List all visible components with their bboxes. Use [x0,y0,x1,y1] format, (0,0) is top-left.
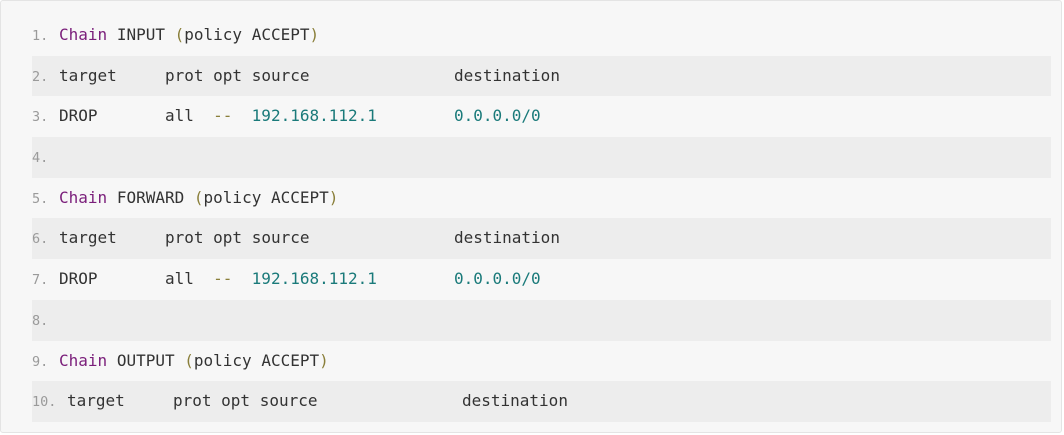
rule-target: DROP [59,269,98,289]
column-target: target [67,391,125,411]
line-number: 9. [32,353,49,370]
open-paren: ( [184,350,194,370]
chain-name: FORWARD [116,187,185,207]
column-opt: opt [213,65,243,85]
code-line: 9. Chain OUTPUT (policy ACCEPT) [32,341,1051,382]
column-opt: opt [221,391,251,411]
rule-destination: 0.0.0.0/0 [453,269,541,289]
close-paren: ) [309,25,320,44]
close-paren: ) [328,187,339,207]
open-paren: ( [174,25,185,44]
column-source: source [251,65,310,85]
close-paren: ) [319,350,329,370]
chain-policy: policy ACCEPT [193,350,320,370]
code-line: 8. [32,299,1051,341]
code-lines: 1. Chain INPUT (policy ACCEPT) 2. target p… [32,15,1051,422]
column-destination: destination [461,391,568,411]
rule-source: 192.168.112.1 [251,269,377,289]
line-number: 4. [32,150,49,167]
rule-prot: all [164,106,194,126]
line-number: 1. [32,28,49,44]
column-prot: prot [172,391,212,411]
chain-keyword: Chain [59,25,108,44]
code-line: 3. DROP all -- 192.168.112.1 0.0.0.0/0 [32,96,1051,137]
line-number: 6. [32,231,49,248]
code-line: 5. Chain FORWARD (policy ACCEPT) [32,178,1051,219]
column-source: source [251,228,310,248]
line-number: 5. [32,190,49,207]
rule-opt: -- [213,269,233,289]
code-line: 2. target prot opt source destination [32,55,1051,97]
line-number: 2. [32,68,49,85]
line-number: 3. [32,109,49,126]
chain-name: OUTPUT [116,350,175,370]
column-source: source [259,391,318,411]
column-destination: destination [453,228,560,248]
code-line: 4. [32,137,1051,178]
line-number: 7. [32,272,49,289]
chain-keyword: Chain [59,350,108,370]
column-prot: prot [164,228,204,248]
chain-policy: policy ACCEPT [203,187,329,207]
column-opt: opt [213,228,243,248]
rule-source: 192.168.112.1 [251,106,377,126]
chain-keyword: Chain [59,187,108,207]
column-prot: prot [164,65,204,85]
code-line: 6. target prot opt source destination [32,218,1051,260]
column-destination: destination [453,65,560,85]
chain-policy: policy ACCEPT [184,25,310,44]
line-number: 10. [32,394,57,411]
code-block: 1. Chain INPUT (policy ACCEPT) 2. target p… [0,0,1062,433]
rule-opt: -- [213,106,233,126]
column-target: target [59,65,117,85]
chain-name: INPUT [116,25,165,44]
line-number: 8. [32,312,49,329]
code-line: 10. target prot opt source destination [32,381,1051,422]
code-line: 1. Chain INPUT (policy ACCEPT) [32,15,1051,56]
code-line: 7. DROP all -- 192.168.112.1 0.0.0.0/0 [32,259,1051,300]
rule-target: DROP [59,106,98,126]
rule-prot: all [164,269,194,289]
column-target: target [59,228,117,248]
open-paren: ( [193,187,204,207]
rule-destination: 0.0.0.0/0 [453,106,541,126]
